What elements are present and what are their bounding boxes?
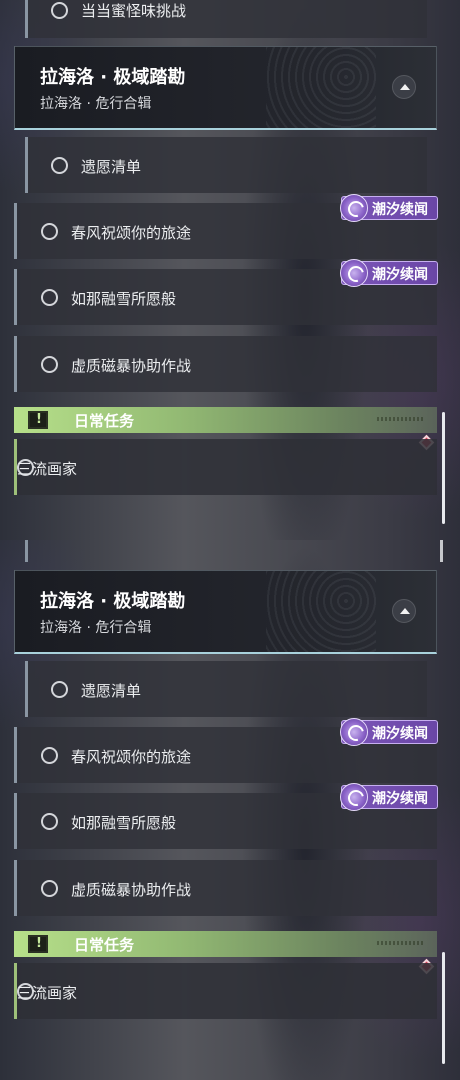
section-header[interactable]: 拉海洛 · 极域踏勘 拉海洛 · 危行合辑 bbox=[14, 570, 437, 654]
quest-label: 春风祝颂你的旅途 bbox=[71, 224, 192, 242]
list-edge-line bbox=[440, 540, 443, 562]
quest-item[interactable]: 虚质磁暴协助作战 bbox=[14, 860, 437, 916]
quest-label: 虚质磁暴协助作战 bbox=[71, 881, 192, 899]
status-circle-icon bbox=[41, 289, 58, 306]
section-title: 拉海洛 · 极域踏勘 bbox=[40, 591, 186, 612]
decorative-stamp bbox=[377, 417, 425, 421]
quest-label: 遗愿清单 bbox=[81, 682, 142, 700]
decorative-stamp bbox=[377, 941, 425, 945]
tide-tag-badge: 潮汐续闻 bbox=[340, 259, 438, 287]
section-title: 拉海洛 · 极域踏勘 bbox=[40, 67, 186, 88]
tag-label: 潮汐续闻 bbox=[372, 202, 428, 218]
status-circle-icon bbox=[41, 813, 58, 830]
tide-tag-badge: 潮汐续闻 bbox=[340, 194, 438, 222]
status-circle-icon bbox=[51, 681, 68, 698]
quest-label: 三流画家 bbox=[17, 460, 78, 478]
scrollbar[interactable] bbox=[442, 412, 445, 524]
list-edge-stub bbox=[25, 540, 28, 562]
chevron-up-icon[interactable] bbox=[392, 599, 416, 623]
daily-tasks-header[interactable]: 日常任务 bbox=[14, 931, 437, 957]
tide-emblem-icon bbox=[340, 194, 368, 222]
section-subtitle: 拉海洛 · 危行合辑 bbox=[40, 620, 152, 636]
scrollbar[interactable] bbox=[442, 952, 445, 1064]
status-circle-icon bbox=[41, 747, 58, 764]
daily-tasks-label: 日常任务 bbox=[74, 936, 135, 954]
tide-emblem-icon bbox=[340, 783, 368, 811]
tag-label: 潮汐续闻 bbox=[372, 267, 428, 283]
section-subtitle: 拉海洛 · 危行合辑 bbox=[40, 96, 152, 112]
quest-label: 遗愿清单 bbox=[81, 158, 142, 176]
quest-item[interactable]: 遗愿清单 bbox=[25, 137, 427, 193]
tide-emblem-icon bbox=[340, 718, 368, 746]
quest-label: 如那融雪所愿般 bbox=[71, 290, 177, 308]
quest-item-partial[interactable]: 当当蜜怪味挑战 bbox=[25, 0, 427, 38]
quest-label: 春风祝颂你的旅途 bbox=[71, 748, 192, 766]
exclamation-box-icon bbox=[28, 935, 48, 953]
header-pattern bbox=[266, 47, 376, 129]
daily-tasks-header[interactable]: 日常任务 bbox=[14, 407, 437, 433]
tide-emblem-icon bbox=[340, 259, 368, 287]
daily-quest-item[interactable]: 三流画家 bbox=[14, 439, 437, 495]
quest-item[interactable]: 遗愿清单 bbox=[25, 661, 427, 717]
quest-label: 虚质磁暴协助作战 bbox=[71, 357, 192, 375]
tide-tag-badge: 潮汐续闻 bbox=[340, 783, 438, 811]
status-circle-icon bbox=[51, 157, 68, 174]
chevron-up-icon[interactable] bbox=[392, 75, 416, 99]
status-circle-icon bbox=[41, 223, 58, 240]
quest-label: 三流画家 bbox=[17, 984, 78, 1002]
section-header[interactable]: 拉海洛 · 极域踏勘 拉海洛 · 危行合辑 bbox=[14, 46, 437, 130]
daily-quest-item[interactable]: 三流画家 bbox=[14, 963, 437, 1019]
quest-item[interactable]: 虚质磁暴协助作战 bbox=[14, 336, 437, 392]
tag-label: 潮汐续闻 bbox=[372, 791, 428, 807]
exclamation-box-icon bbox=[28, 411, 48, 429]
tag-label: 潮汐续闻 bbox=[372, 726, 428, 742]
daily-tasks-label: 日常任务 bbox=[74, 412, 135, 430]
quest-panel-top: 当当蜜怪味挑战 拉海洛 · 极域踏勘 拉海洛 · 危行合辑 遗愿清单 春风祝颂你… bbox=[0, 0, 460, 540]
quest-label: 如那融雪所愿般 bbox=[71, 814, 177, 832]
status-circle-icon bbox=[41, 356, 58, 373]
quest-panel-bottom: 拉海洛 · 极域踏勘 拉海洛 · 危行合辑 遗愿清单 春风祝颂你的旅途 潮汐续闻… bbox=[0, 540, 460, 1080]
status-circle-icon bbox=[41, 880, 58, 897]
status-circle-icon bbox=[51, 2, 68, 19]
header-pattern bbox=[266, 571, 376, 653]
tide-tag-badge: 潮汐续闻 bbox=[340, 718, 438, 746]
quest-label: 当当蜜怪味挑战 bbox=[81, 2, 187, 20]
